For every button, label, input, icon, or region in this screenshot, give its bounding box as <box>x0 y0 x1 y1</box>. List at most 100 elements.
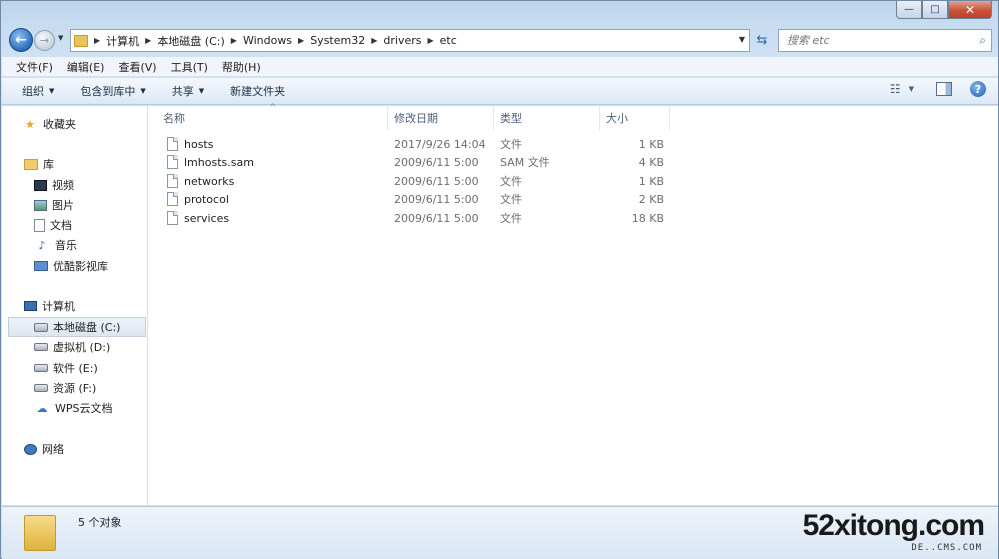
chevron-down-icon: ▼ <box>198 87 205 95</box>
file-icon <box>167 211 178 225</box>
chevron-down-icon: ▼ <box>140 87 146 95</box>
search-box[interactable]: ⌕ <box>778 29 992 52</box>
back-button[interactable]: ← <box>9 28 33 52</box>
nav-music[interactable]: ♪ 音乐 <box>34 235 77 255</box>
explorer-window: — □ ✕ ← → ▼ ▶ 计算机 ▶ 本地磁盘 (C:) ▶ Windows … <box>0 0 999 559</box>
breadcrumb-computer[interactable]: 计算机 <box>106 33 139 49</box>
file-size: 18 KB <box>631 211 664 225</box>
breadcrumb-windows[interactable]: Windows <box>243 34 292 47</box>
refresh-button[interactable]: ⇆ <box>752 30 772 51</box>
menu-bar: 文件(F) 编辑(E) 查看(V) 工具(T) 帮助(H) <box>2 57 998 77</box>
file-type: 文件 <box>500 212 522 225</box>
menu-edit[interactable]: 编辑(E) <box>67 59 105 75</box>
address-dropdown-icon[interactable]: ▼ <box>739 35 745 44</box>
nav-network-label: 网络 <box>42 443 64 456</box>
breadcrumb-separator-icon[interactable]: ▶ <box>371 36 377 45</box>
breadcrumb-etc[interactable]: etc <box>440 34 457 47</box>
file-size: 1 KB <box>638 174 664 188</box>
file-date: 2009/6/11 5:00 <box>394 174 479 188</box>
breadcrumb-separator-icon[interactable]: ▶ <box>145 36 151 45</box>
nav-favorites[interactable]: ★ 收藏夹 <box>22 114 76 134</box>
nav-videos[interactable]: 视频 <box>34 175 74 195</box>
breadcrumb-drive-c[interactable]: 本地磁盘 (C:) <box>157 33 224 49</box>
breadcrumb-separator-icon[interactable]: ▶ <box>427 36 433 45</box>
file-row[interactable]: protocol 2009/6/11 5:00 文件 2 KB <box>149 190 998 208</box>
file-date: 2009/6/11 5:00 <box>394 155 479 169</box>
file-icon <box>167 137 178 151</box>
organize-button[interactable]: 组织 ▼ <box>22 83 54 99</box>
file-name: hosts <box>184 137 214 151</box>
nav-documents[interactable]: 文档 <box>34 215 72 235</box>
item-count: 5 个对象 <box>78 516 122 529</box>
menu-file[interactable]: 文件(F) <box>16 59 53 75</box>
nav-drive-d[interactable]: 虚拟机 (D:) <box>34 337 110 357</box>
file-date: 2009/6/11 5:00 <box>394 192 479 206</box>
nav-wps-cloud-label: WPS云文档 <box>55 402 113 415</box>
nav-drive-c[interactable]: 本地磁盘 (C:) <box>8 317 146 337</box>
chevron-down-icon: ▼ <box>49 87 55 95</box>
youku-library-icon <box>34 261 48 271</box>
nav-drive-f[interactable]: 资源 (F:) <box>34 378 96 398</box>
forward-button[interactable]: → <box>34 30 55 51</box>
maximize-button[interactable]: □ <box>922 1 948 19</box>
nav-wps-cloud[interactable]: ☁ WPS云文档 <box>34 398 113 418</box>
file-row[interactable]: hosts 2017/9/26 14:04 文件 1 KB <box>149 135 998 153</box>
nav-libraries[interactable]: 库 <box>24 154 54 174</box>
share-label: 共享 <box>171 85 194 98</box>
file-name-cell: networks <box>167 172 234 190</box>
column-header-type[interactable]: 类型 <box>494 106 600 130</box>
cloud-icon: ☁ <box>36 401 48 415</box>
file-row[interactable]: services 2009/6/11 5:00 文件 18 KB <box>149 209 998 227</box>
change-view-button[interactable]: ☷ ▼ <box>890 82 914 96</box>
folder-icon <box>24 515 56 551</box>
column-header-name[interactable]: 名称 ^ <box>149 103 388 130</box>
menu-help[interactable]: 帮助(H) <box>222 59 261 75</box>
nav-youku[interactable]: 优酷影视库 <box>34 256 108 276</box>
file-row[interactable]: networks 2009/6/11 5:00 文件 1 KB <box>149 172 998 190</box>
organize-label: 组织 <box>22 85 44 98</box>
library-icon <box>24 158 38 170</box>
recent-pages-dropdown[interactable]: ▼ <box>58 34 63 42</box>
back-arrow-icon: ← <box>15 32 27 48</box>
command-bar: 组织 ▼ 包含到库中 ▼ 共享 ▼ 新建文件夹 ☷ ▼ ? <box>2 78 998 105</box>
search-icon[interactable]: ⌕ <box>979 33 986 48</box>
new-folder-button[interactable]: 新建文件夹 <box>230 83 285 99</box>
file-row[interactable]: lmhosts.sam 2009/6/11 5:00 SAM 文件 4 KB <box>149 153 998 171</box>
column-type-label: 类型 <box>500 112 522 125</box>
preview-pane-icon[interactable] <box>936 82 952 96</box>
breadcrumb-system32[interactable]: System32 <box>310 34 365 47</box>
include-in-library-button[interactable]: 包含到库中 ▼ <box>80 83 145 99</box>
file-name-cell: hosts <box>167 135 213 153</box>
share-button[interactable]: 共享 ▼ <box>172 83 204 99</box>
site-watermark: 52xitong.com <box>802 509 985 542</box>
breadcrumb-separator-icon[interactable]: ▶ <box>298 36 304 45</box>
content-area: ★ 收藏夹 库 视频 图片 文档 ♪ 音乐 优酷影视库 计算机 本地磁盘 (C:… <box>2 103 998 505</box>
menu-view[interactable]: 查看(V) <box>118 59 156 75</box>
column-header-date[interactable]: 修改日期 <box>388 106 494 130</box>
breadcrumb-separator-icon[interactable]: ▶ <box>231 36 237 45</box>
breadcrumb-separator-icon[interactable]: ▶ <box>94 36 100 45</box>
nav-drive-e-label: 软件 (E:) <box>53 362 98 375</box>
column-header-size[interactable]: 大小 <box>600 106 670 130</box>
nav-pictures[interactable]: 图片 <box>34 195 74 215</box>
nav-computer[interactable]: 计算机 <box>24 296 75 316</box>
column-size-label: 大小 <box>606 112 628 125</box>
navigation-pane: ★ 收藏夹 库 视频 图片 文档 ♪ 音乐 优酷影视库 计算机 本地磁盘 (C:… <box>2 106 148 505</box>
breadcrumb-drivers[interactable]: drivers <box>383 34 421 47</box>
nav-drive-e[interactable]: 软件 (E:) <box>34 358 98 378</box>
toolbar-right: ☷ ▼ ? <box>890 81 986 97</box>
sort-ascending-icon: ^ <box>269 103 277 113</box>
file-size: 2 KB <box>638 192 664 206</box>
file-name-cell: lmhosts.sam <box>167 153 254 171</box>
nav-network[interactable]: 网络 <box>24 439 64 459</box>
search-input[interactable] <box>787 34 973 47</box>
menu-tools[interactable]: 工具(T) <box>171 59 208 75</box>
video-icon <box>34 179 47 191</box>
nav-computer-label: 计算机 <box>42 300 75 313</box>
picture-icon <box>34 199 47 211</box>
site-watermark-sub: DE..CMS.COM <box>911 543 982 553</box>
address-bar[interactable]: ▶ 计算机 ▶ 本地磁盘 (C:) ▶ Windows ▶ System32 ▶… <box>70 29 750 52</box>
close-button[interactable]: ✕ <box>948 1 992 19</box>
minimize-button[interactable]: — <box>896 1 922 19</box>
help-icon[interactable]: ? <box>970 81 986 97</box>
